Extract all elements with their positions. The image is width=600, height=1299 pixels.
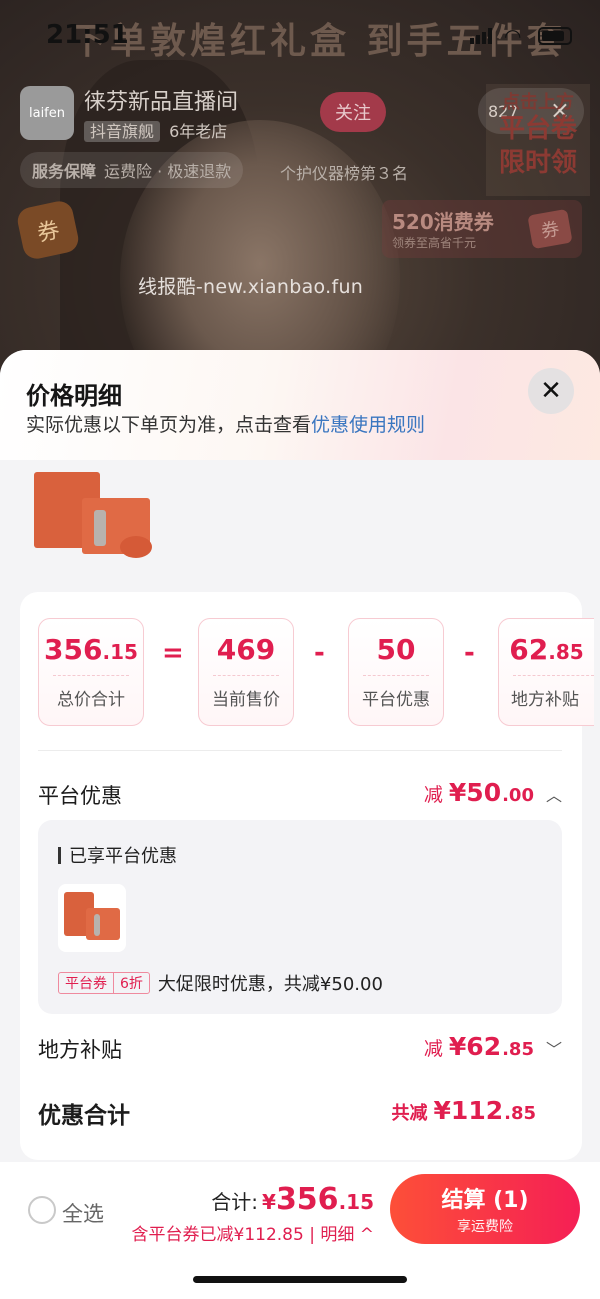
consume-sub: 领券至高省千元 [392,236,477,250]
select-all-label[interactable]: 全选 [62,1198,104,1228]
wifi-icon: ◠ [504,24,522,48]
shop-tag: 抖音旗舰 6年老店 [84,118,227,142]
platform-discount-title: 平台优惠 [38,784,122,808]
watermark: 线报酷-new.xianbao.fun [138,276,364,298]
consume-coupon-banner[interactable]: 520消费券 领券至高省千元 券 [382,200,582,258]
formula-total: 356.15 总价合计 [38,618,144,726]
shop-logo[interactable]: laifen [20,86,74,140]
checkout-footer: 全选 合计: ¥356.15 含平台券已减¥112.85 | 明细 ^ 结算 (… [0,1162,600,1299]
saved-detail-link[interactable]: 含平台券已减¥112.85 | 明细 ^ [132,1220,374,1245]
subtitle-text: 实际优惠以下单页为准，点击查看 [26,414,312,436]
consume-title: 520消费券 [392,210,494,234]
formula-minus: - [314,638,325,668]
chevron-up-icon[interactable]: ︿ [546,782,562,806]
enjoyed-discount-title: 已享平台优惠 [58,842,177,868]
signal-icon [470,28,494,44]
formula-minus: - [464,638,475,668]
formula-equals: = [162,638,184,668]
local-subsidy-value: 减 ¥62.85 ﹀ [423,1032,562,1061]
home-indicator[interactable] [193,1276,407,1283]
price-card: 356.15 总价合计 = 469 当前售价 - 50 平台优惠 - 62.85… [20,592,594,1160]
battery-icon [538,27,572,45]
promo-line-1: 平台卷 [498,114,577,144]
formula-local-subsidy: 62.85 地方补贴 [498,618,594,726]
service-title: 服务保障 [32,162,97,181]
coupon-ticket-icon: 券 [527,208,573,250]
promo-prefix: 点击上方 [502,92,574,113]
shop-flag: 抖音旗舰 [84,121,161,142]
total-discount-title: 优惠合计 [38,1103,130,1129]
total-discount-value: 共减 ¥112.85 [391,1096,536,1125]
status-bar: 21:51 ◠ [0,0,600,70]
discount-description: 大促限时优惠，共减¥50.00 [157,974,383,995]
chevron-down-icon[interactable]: ﹀ [546,1036,562,1060]
platform-coupon-promo[interactable]: 点击上方 平台卷 限时领 [486,84,590,196]
sheet-subtitle: 实际优惠以下单页为准，点击查看优惠使用规则 [26,410,425,437]
total-sum: 合计: ¥356.15 [211,1182,374,1217]
formula-platform-discount: 50 平台优惠 [348,618,444,726]
product-thumbnail [58,884,126,952]
service-guarantee[interactable]: 服务保障 运费险 · 极速退款 [20,152,244,188]
select-all-radio[interactable] [28,1196,56,1224]
price-detail-sheet: 价格明细 实际优惠以下单页为准，点击查看优惠使用规则 ✕ 356.15 总价合计… [0,350,600,1299]
service-items: 运费险 · 极速退款 [104,162,232,181]
status-time: 21:51 [46,20,129,50]
product-image [34,470,154,566]
live-background: 下单敦煌红礼盒 到手五件套 21:51 ◠ laifen 徕芬新品直播间 抖音旗… [0,0,600,400]
price-formula: 356.15 总价合计 = 469 当前售价 - 50 平台优惠 - 62.85… [38,618,594,726]
promo-line-2: 限时领 [498,148,577,178]
divider [38,750,562,751]
sheet-title: 价格明细 [26,382,122,410]
checkout-label: 结算 (1) [441,1188,529,1213]
local-subsidy-title: 地方补贴 [38,1038,122,1062]
checkout-sub: 享运费险 [457,1219,513,1235]
rule-link[interactable]: 优惠使用规则 [311,414,425,436]
formula-current-price: 469 当前售价 [198,618,294,726]
rank-badge[interactable]: 个护仪器榜第３名 [280,160,408,184]
follow-button[interactable]: 关注 [320,92,386,132]
discount-tags: 平台券 6折 大促限时优惠，共减¥50.00 [58,970,383,996]
close-icon[interactable]: ✕ [528,368,574,414]
shop-name[interactable]: 徕芬新品直播间 [84,84,238,116]
shop-age: 6年老店 [169,122,228,141]
platform-discount-detail: 已享平台优惠 平台券 6折 大促限时优惠，共减¥50.00 [38,820,562,1014]
platform-discount-value: 减 ¥50.00 ︿ [423,778,562,807]
checkout-button[interactable]: 结算 (1) 享运费险 [390,1174,580,1244]
coupon-tag: 平台券 6折 [58,972,150,994]
sheet-header: 价格明细 实际优惠以下单页为准，点击查看优惠使用规则 ✕ [0,350,600,460]
